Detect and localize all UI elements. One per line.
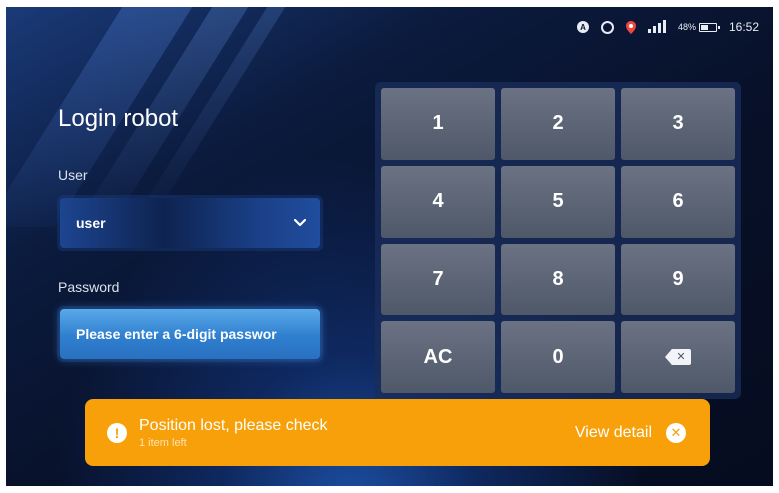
signal-icon	[647, 20, 666, 33]
toast-title: Position lost, please check	[139, 416, 328, 434]
position-lost-toast: ! Position lost, please check 1 item lef…	[85, 399, 710, 466]
battery-icon	[698, 22, 720, 32]
key-3[interactable]: 3	[621, 88, 735, 160]
chevron-down-icon	[293, 216, 307, 230]
key-8[interactable]: 8	[501, 243, 615, 316]
page-title: Login robot	[58, 105, 179, 132]
key-9[interactable]: 9	[621, 243, 735, 316]
key-5[interactable]: 5	[501, 165, 615, 238]
battery-percent: 48%	[677, 22, 696, 32]
key-7[interactable]: 7	[381, 243, 495, 316]
status-bar: A 48% 16:52	[576, 17, 759, 37]
key-clear[interactable]: AC	[381, 321, 495, 393]
clock: 16:52	[728, 20, 759, 34]
key-2[interactable]: 2	[501, 88, 615, 160]
view-detail-link[interactable]: View detail	[575, 424, 652, 442]
key-6[interactable]: 6	[621, 165, 735, 238]
robot-login-screen: A 48% 16:52 Login robot User user Passwo…	[6, 7, 773, 486]
user-select-value: user	[76, 215, 106, 231]
alarm-icon	[600, 20, 614, 34]
password-label: Password	[58, 279, 120, 295]
backspace-button[interactable]: ✕	[621, 321, 735, 393]
close-icon[interactable]: ✕	[666, 422, 686, 443]
toast-subtitle: 1 item left	[139, 436, 187, 449]
battery-indicator: 48%	[677, 22, 720, 32]
numeric-keypad: 1 2 3 4 5 6 7 8 9 AC 0 ✕	[375, 82, 741, 399]
key-4[interactable]: 4	[381, 165, 495, 238]
password-input[interactable]: Please enter a 6-digit passwor	[57, 306, 323, 362]
key-1[interactable]: 1	[381, 88, 495, 160]
user-select[interactable]: user	[57, 195, 323, 251]
navigation-icon: A	[576, 21, 589, 33]
password-placeholder: Please enter a 6-digit passwor	[76, 326, 277, 342]
user-label: User	[58, 167, 88, 183]
backspace-icon: ✕	[665, 349, 691, 366]
key-0[interactable]: 0	[501, 321, 615, 393]
alert-icon: !	[107, 422, 127, 443]
location-icon	[625, 20, 636, 34]
